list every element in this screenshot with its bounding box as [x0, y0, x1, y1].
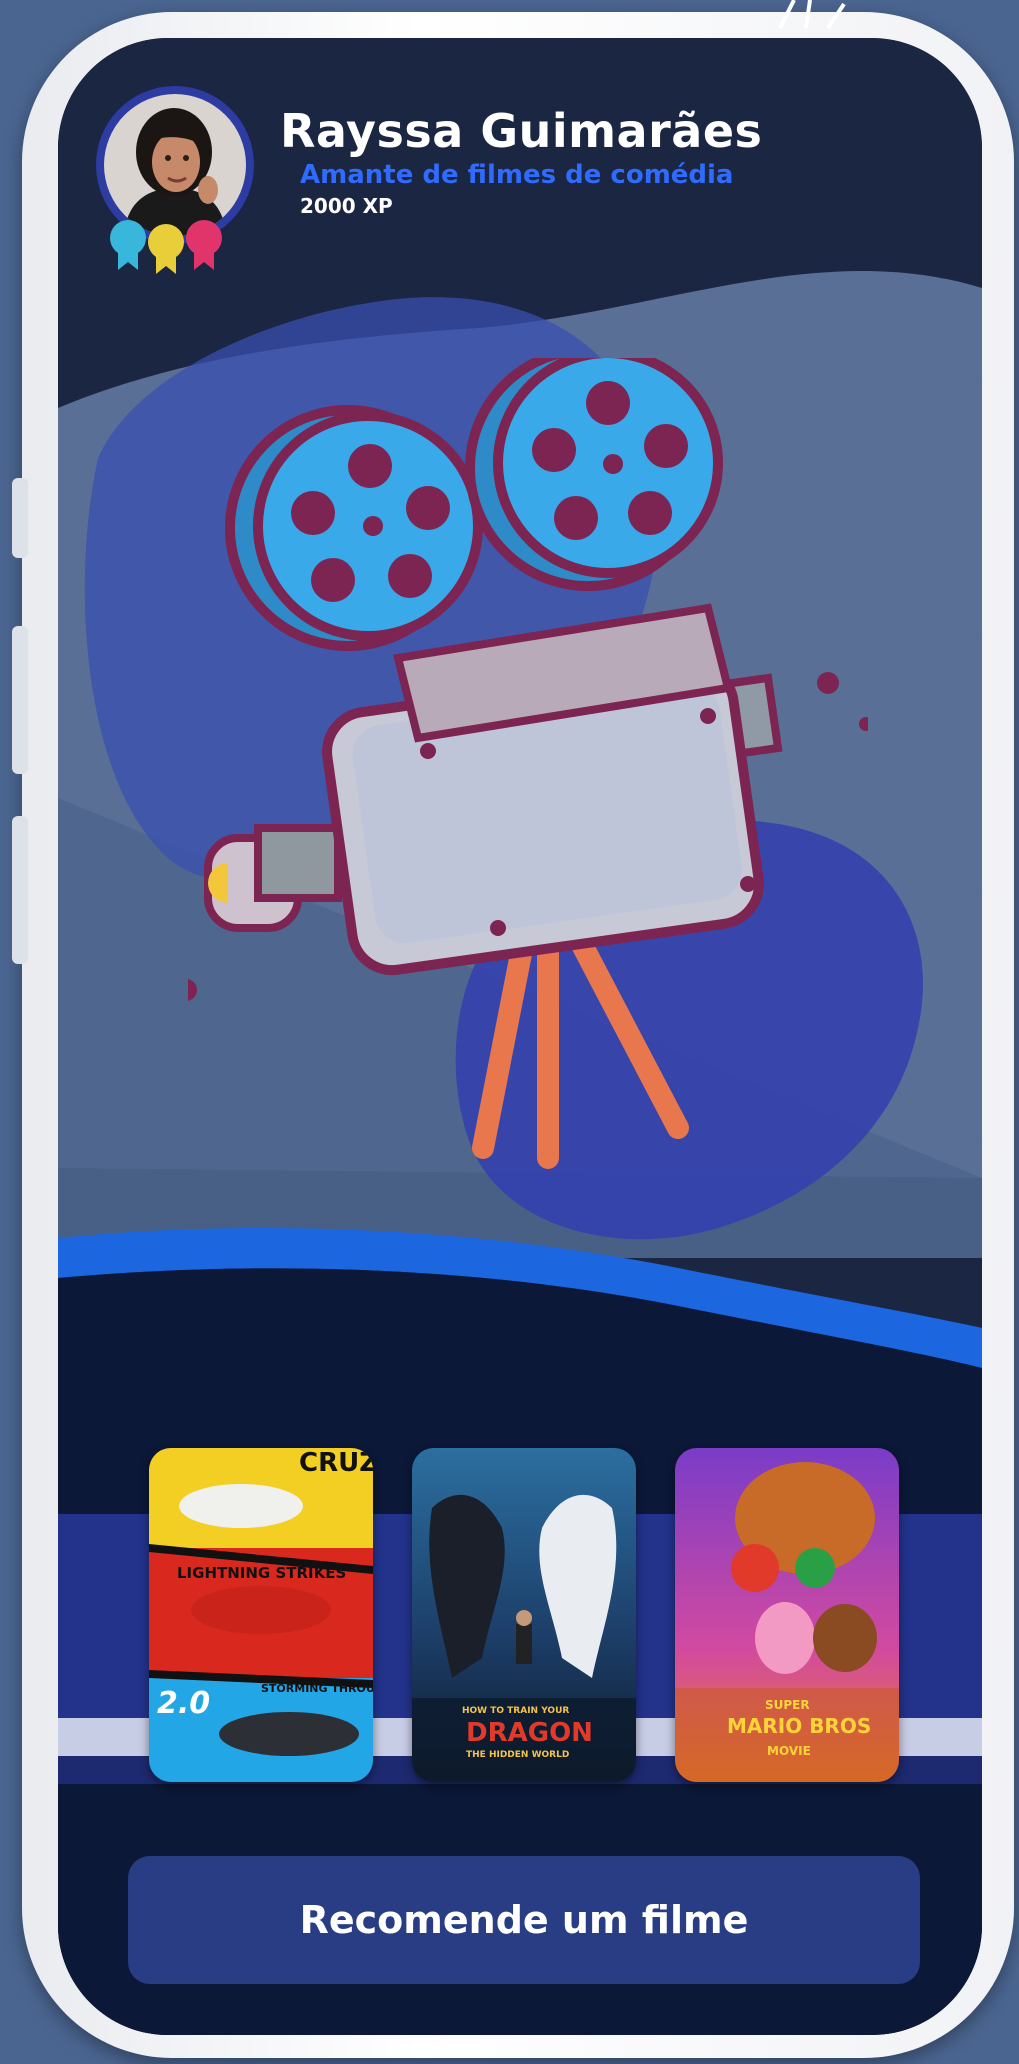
- badge-yellow-icon: [148, 224, 184, 274]
- movie-poster-mario[interactable]: SUPER MARIO BROS MOVIE: [675, 1448, 899, 1782]
- poster-title: MARIO BROS: [727, 1714, 872, 1738]
- recommend-movie-label: Recomende um filme: [299, 1898, 749, 1942]
- movie-poster-dragon[interactable]: HOW TO TRAIN YOUR DRAGON THE HIDDEN WORL…: [412, 1448, 636, 1782]
- sparkle-icon: [778, 0, 846, 30]
- avatar-photo: [104, 94, 246, 236]
- user-subtitle: Amante de filmes de comédia: [300, 160, 734, 190]
- poster-subtitle: THE HIDDEN WORLD: [466, 1750, 570, 1760]
- film-projector-icon: [188, 358, 868, 1169]
- user-profile: Rayssa Guimarães Amante de filmes de com…: [76, 58, 776, 288]
- movie-carousel: CRUZ LIGHTNING STRIKES 2.0 STORMING THRO…: [58, 1408, 982, 1808]
- badge-pink-icon: [186, 220, 222, 270]
- recommend-movie-button[interactable]: Recomende um filme: [128, 1856, 920, 1984]
- poster-tagline: HOW TO TRAIN YOUR: [462, 1706, 570, 1716]
- poster-title: DRAGON: [466, 1718, 593, 1748]
- phone-side-button: [12, 478, 28, 558]
- app-screen: Rayssa Guimarães Amante de filmes de com…: [58, 38, 982, 2035]
- movie-poster-cars[interactable]: CRUZ LIGHTNING STRIKES 2.0 STORMING THRO…: [149, 1448, 373, 1782]
- achievement-badges: [110, 220, 222, 274]
- poster-subtitle: STORMING THROUGH: [261, 1682, 373, 1695]
- poster-tagline: LIGHTNING STRIKES: [177, 1564, 347, 1582]
- poster-subtitle: MOVIE: [767, 1744, 811, 1758]
- poster-number: 2.0: [157, 1686, 211, 1721]
- phone-side-button: [12, 626, 28, 774]
- user-name: Rayssa Guimarães: [280, 104, 763, 158]
- user-xp: 2000 XP: [300, 194, 393, 218]
- poster-tagline: SUPER: [765, 1698, 810, 1712]
- badge-blue-icon: [110, 220, 146, 270]
- phone-side-button: [12, 816, 28, 964]
- poster-title: CRUZ: [299, 1448, 373, 1478]
